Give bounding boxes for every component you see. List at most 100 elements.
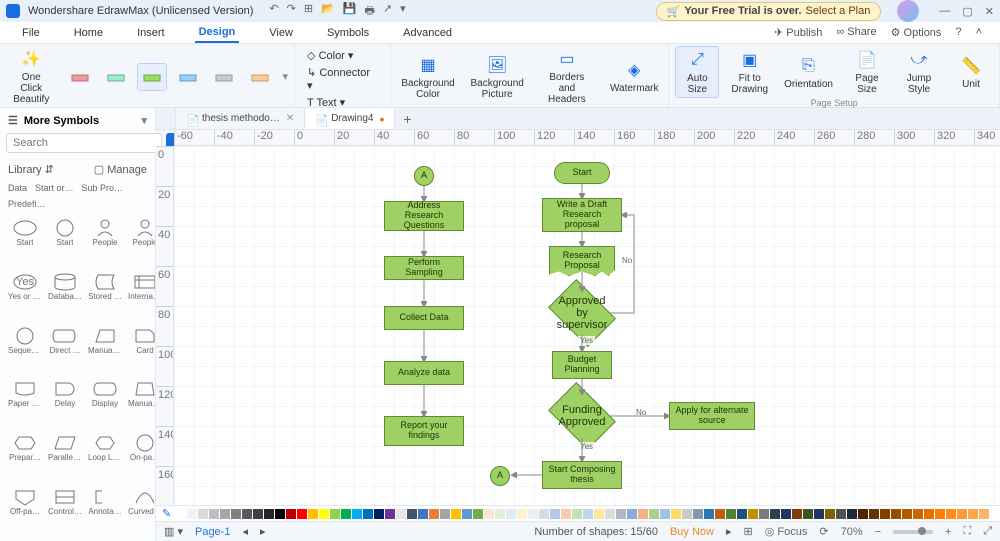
color-swatch[interactable] [616,509,626,519]
background-color[interactable]: ▦Background Color [397,52,458,102]
menu-insert[interactable]: Insert [133,24,169,42]
save-icon[interactable]: 💾 [343,2,357,21]
shape-stencil[interactable]: Display [86,377,124,429]
color-swatch[interactable] [979,509,989,519]
refresh-icon[interactable]: ⟳ [819,525,828,538]
buy-now-link[interactable]: Buy Now [670,526,714,538]
color-swatch[interactable] [275,509,285,519]
shape-stencil[interactable]: Paper T… [6,377,44,429]
shape-stencil[interactable]: Loop Li… [86,431,124,483]
theme-gallery-more-icon[interactable]: ▾ [283,70,289,83]
menu-advanced[interactable]: Advanced [399,24,456,42]
share-button[interactable]: ∞ Share [836,26,876,39]
fullscreen-icon[interactable]: ⤢ [983,525,992,538]
color-swatch[interactable] [407,509,417,519]
color-swatch[interactable] [319,509,329,519]
minimize-button[interactable]: — [939,5,950,18]
trial-banner[interactable]: 🛒 Your Free Trial is over. Select a Plan [656,2,882,21]
shape-category[interactable]: Data [6,182,29,194]
color-swatch[interactable] [924,509,934,519]
theme-preset-3[interactable] [137,63,167,91]
color-swatch[interactable] [858,509,868,519]
color-swatch[interactable] [363,509,373,519]
shape-stencil[interactable]: People [86,216,124,268]
prev-page-icon[interactable]: ◂ [242,525,248,538]
color-swatch[interactable] [594,509,604,519]
canvas-scroll[interactable]: A Address Research Questions Perform Sam… [174,146,1000,505]
shape-stencil[interactable]: Sequen… [6,324,44,376]
color-swatch[interactable] [583,509,593,519]
zoom-level[interactable]: 70% [841,526,863,538]
menu-design[interactable]: Design [195,23,240,43]
color-swatch[interactable] [660,509,670,519]
palette-icon[interactable]: ✎ [162,507,171,520]
shape-stencil[interactable]: Database [46,270,84,322]
color-swatch[interactable] [242,509,252,519]
color-swatch[interactable] [649,509,659,519]
color-swatch[interactable] [396,509,406,519]
borders-headers[interactable]: ▭Borders and Headers [536,46,598,107]
shape-stencil[interactable]: Start [46,216,84,268]
color-swatch[interactable] [385,509,395,519]
close-button[interactable]: ✕ [985,5,994,18]
color-swatch[interactable] [968,509,978,519]
color-swatch[interactable] [781,509,791,519]
color-swatch[interactable] [550,509,560,519]
color-swatch[interactable] [836,509,846,519]
shape-stencil[interactable]: YesYes or No [6,270,44,322]
shape-stencil[interactable]: People [126,216,155,268]
color-swatch[interactable] [759,509,769,519]
color-swatch[interactable] [209,509,219,519]
color-swatch[interactable] [715,509,725,519]
library-toggle[interactable]: Library ⇵ [8,163,54,176]
one-click-beautify[interactable]: ✨ One Click Beautify [6,46,57,107]
menu-file[interactable]: File [18,24,44,42]
shape-search-input[interactable] [6,133,162,153]
shape-stencil[interactable]: Card [126,324,155,376]
theme-preset-2[interactable] [101,63,131,91]
menu-symbols[interactable]: Symbols [323,24,373,42]
shape-stencil[interactable]: Direct … [46,324,84,376]
shape-category[interactable]: Start or… [33,182,76,194]
shape-stencil[interactable]: Off-pa… [6,485,44,537]
color-swatch[interactable] [341,509,351,519]
zoom-slider[interactable] [893,530,933,534]
color-swatch[interactable] [605,509,615,519]
qat-more-icon[interactable]: ▾ [400,2,406,21]
manage-library[interactable]: ▢ Manage [94,163,147,176]
shape-category[interactable]: Predefi… [6,198,48,210]
color-swatch[interactable] [429,509,439,519]
color-swatch[interactable] [869,509,879,519]
theme-preset-6[interactable] [245,63,275,91]
help-icon[interactable]: ? [955,26,961,39]
shape-stencil[interactable]: Curved… [126,485,155,537]
doc-tab-drawing4[interactable]: 📄 Drawing4 • [305,108,395,129]
color-swatch[interactable] [528,509,538,519]
color-swatch[interactable] [374,509,384,519]
color-swatch[interactable] [462,509,472,519]
page-indicator[interactable]: Page-1 [195,526,230,538]
color-swatch[interactable] [737,509,747,519]
shape-stencil[interactable]: Internal… [126,270,155,322]
menu-view[interactable]: View [265,24,297,42]
export-icon[interactable]: ↗ [383,2,392,21]
next-page-icon[interactable]: ▸ [260,525,266,538]
shape-stencil[interactable]: Manual… [86,324,124,376]
maximize-button[interactable]: ▢ [962,5,972,18]
color-swatch[interactable] [792,509,802,519]
color-swatch[interactable] [352,509,362,519]
color-swatch[interactable] [561,509,571,519]
zoom-in[interactable]: + [945,526,951,538]
color-swatch[interactable] [748,509,758,519]
shape-stencil[interactable]: Parallel… [46,431,84,483]
color-swatch[interactable] [473,509,483,519]
color-swatch[interactable] [231,509,241,519]
color-swatch[interactable] [891,509,901,519]
color-swatch[interactable] [418,509,428,519]
color-swatch[interactable] [627,509,637,519]
unit[interactable]: 📏Unit [949,53,993,92]
color-swatch[interactable] [308,509,318,519]
shape-stencil[interactable]: Delay [46,377,84,429]
color-swatch[interactable] [451,509,461,519]
color-swatch[interactable] [506,509,516,519]
